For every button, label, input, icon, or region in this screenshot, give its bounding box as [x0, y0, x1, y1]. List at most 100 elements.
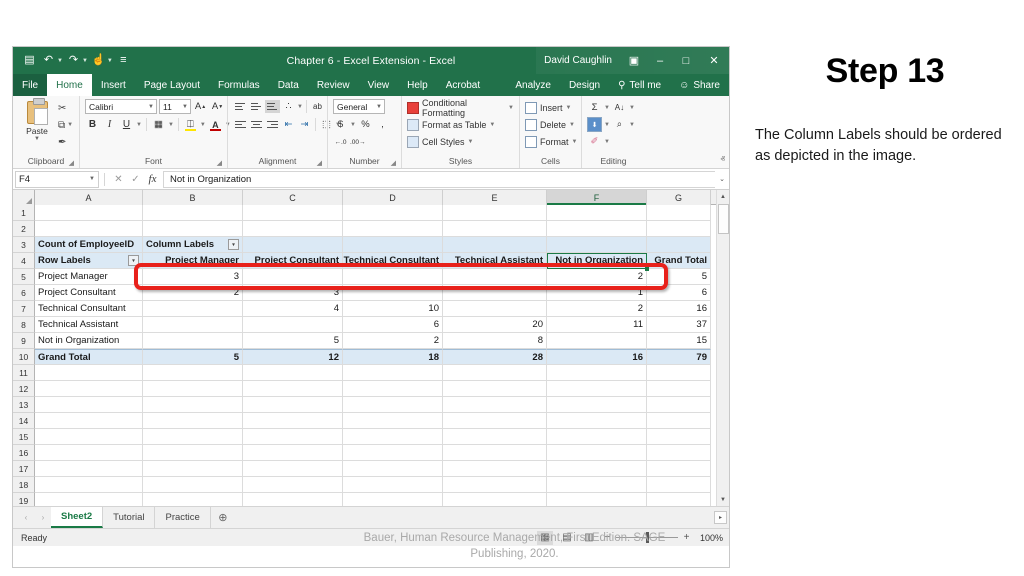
font-dialog-launcher-icon[interactable]: ◢	[217, 159, 222, 167]
font-name-combo[interactable]: Calibri ▼	[85, 99, 157, 114]
collapse-ribbon-icon[interactable]: ⱏ	[721, 154, 725, 165]
row-header-19[interactable]: 19	[13, 493, 35, 506]
row-header-7[interactable]: 7	[13, 301, 35, 317]
minimize-button[interactable]: –	[647, 47, 673, 74]
cell-f13[interactable]	[547, 397, 647, 413]
row-header-4[interactable]: 4	[13, 253, 35, 269]
cell-f10[interactable]: 16	[547, 349, 647, 365]
underline-button[interactable]: U	[119, 117, 134, 132]
cell-a19[interactable]	[35, 493, 143, 506]
sort-filter-dropdown-icon[interactable]: ▼	[629, 105, 635, 111]
cell-f12[interactable]	[547, 381, 647, 397]
cell-d19[interactable]	[343, 493, 443, 506]
cell-f9[interactable]	[547, 333, 647, 349]
vertical-scrollbar[interactable]: ▲ ▼	[716, 190, 729, 506]
cell-a6[interactable]: Project Consultant	[35, 285, 143, 301]
copy-dropdown-icon[interactable]: ▼	[67, 122, 73, 128]
increase-indent-button[interactable]: ⇥	[297, 117, 312, 132]
decrease-font-size-button[interactable]: A ▼	[210, 99, 225, 114]
cell-b2[interactable]	[143, 221, 243, 237]
cell-b13[interactable]	[143, 397, 243, 413]
decrease-decimal-button[interactable]: .00→	[350, 135, 366, 150]
paste-button[interactable]: Paste ▼	[18, 98, 56, 149]
row-header-11[interactable]: 11	[13, 365, 35, 381]
cell-e12[interactable]	[443, 381, 547, 397]
close-button[interactable]: ✕	[699, 47, 729, 74]
tab-acrobat[interactable]: Acrobat	[437, 74, 489, 96]
find-dropdown-icon[interactable]: ▼	[629, 122, 635, 128]
cell-a17[interactable]	[35, 461, 143, 477]
redo-dropdown-icon[interactable]: ▼	[82, 58, 88, 64]
cell-c17[interactable]	[243, 461, 343, 477]
clear-button[interactable]: ✐	[587, 134, 602, 149]
sheet-tab-practice[interactable]: Practice	[155, 507, 211, 528]
align-right-button[interactable]	[265, 118, 280, 131]
cell-b16[interactable]	[143, 445, 243, 461]
align-center-button[interactable]	[249, 118, 264, 131]
cell-a16[interactable]	[35, 445, 143, 461]
cell-f17[interactable]	[547, 461, 647, 477]
sort-filter-button[interactable]: A↓	[612, 100, 627, 115]
insert-cells-button[interactable]: Insert ▼	[525, 100, 571, 115]
cell-e9[interactable]: 8	[443, 333, 547, 349]
horizontal-scroll-right-icon[interactable]: ▸	[714, 511, 727, 524]
delete-cells-button[interactable]: Delete ▼	[525, 117, 575, 132]
column-header-f[interactable]: F	[547, 190, 647, 205]
cell-c18[interactable]	[243, 477, 343, 493]
wrap-text-button[interactable]: ab	[310, 99, 325, 114]
cell-b3[interactable]: Column Labels ▾	[143, 237, 243, 253]
cell-d4[interactable]: Technical Consultant	[343, 253, 443, 269]
font-color-button[interactable]: A	[208, 117, 223, 132]
cell-e5[interactable]	[443, 269, 547, 285]
cell-d10[interactable]: 18	[343, 349, 443, 365]
cell-a18[interactable]	[35, 477, 143, 493]
paste-dropdown-icon[interactable]: ▼	[34, 136, 40, 142]
tell-me-button[interactable]: ⚲ Tell me	[609, 74, 670, 96]
cell-f3[interactable]	[547, 237, 647, 253]
align-middle-button[interactable]	[249, 100, 264, 113]
cell-d11[interactable]	[343, 365, 443, 381]
row-header-15[interactable]: 15	[13, 429, 35, 445]
format-as-table-button[interactable]: Format as Table ▼	[407, 117, 495, 132]
cell-b11[interactable]	[143, 365, 243, 381]
touch-mode-dropdown-icon[interactable]: ▼	[107, 58, 113, 64]
cell-f8[interactable]: 11	[547, 317, 647, 333]
cancel-entry-icon[interactable]: ✕	[110, 174, 127, 185]
row-header-3[interactable]: 3	[13, 237, 35, 253]
cell-c3[interactable]	[243, 237, 343, 253]
save-icon[interactable]: ▤	[21, 52, 38, 69]
increase-decimal-button[interactable]: ←.0	[333, 135, 348, 150]
cell-e7[interactable]	[443, 301, 547, 317]
find-select-button[interactable]: ⌕	[612, 117, 627, 132]
orientation-dropdown-icon[interactable]: ▼	[297, 104, 303, 110]
cell-a8[interactable]: Technical Assistant	[35, 317, 143, 333]
cell-f14[interactable]	[547, 413, 647, 429]
row-header-9[interactable]: 9	[13, 333, 35, 349]
cell-g13[interactable]	[647, 397, 711, 413]
cell-f18[interactable]	[547, 477, 647, 493]
fill-color-dropdown-icon[interactable]: ▼	[200, 122, 206, 128]
share-button[interactable]: ☺ Share	[670, 74, 729, 96]
cell-a7[interactable]: Technical Consultant	[35, 301, 143, 317]
cell-b1[interactable]	[143, 205, 243, 221]
touch-mode-icon[interactable]: ☝	[90, 52, 107, 69]
cell-d13[interactable]	[343, 397, 443, 413]
scroll-up-icon[interactable]: ▲	[716, 190, 729, 203]
row-labels-filter-button[interactable]: ▾	[128, 255, 139, 266]
row-header-14[interactable]: 14	[13, 413, 35, 429]
cell-c4[interactable]: Project Consultant	[243, 253, 343, 269]
autosum-button[interactable]: Σ	[587, 100, 602, 115]
row-header-2[interactable]: 2	[13, 221, 35, 237]
cell-e16[interactable]	[443, 445, 547, 461]
format-cells-button[interactable]: Format ▼	[525, 134, 577, 149]
cell-b15[interactable]	[143, 429, 243, 445]
bold-button[interactable]: B	[85, 117, 100, 132]
row-header-6[interactable]: 6	[13, 285, 35, 301]
tab-analyze[interactable]: Analyze	[506, 74, 560, 96]
cell-g10[interactable]: 79	[647, 349, 711, 365]
align-left-button[interactable]	[233, 118, 248, 131]
fill-dropdown-icon[interactable]: ▼	[604, 122, 610, 128]
customize-qat-icon[interactable]: ≡	[115, 52, 132, 69]
cell-d12[interactable]	[343, 381, 443, 397]
borders-button[interactable]: ▦	[151, 117, 166, 132]
